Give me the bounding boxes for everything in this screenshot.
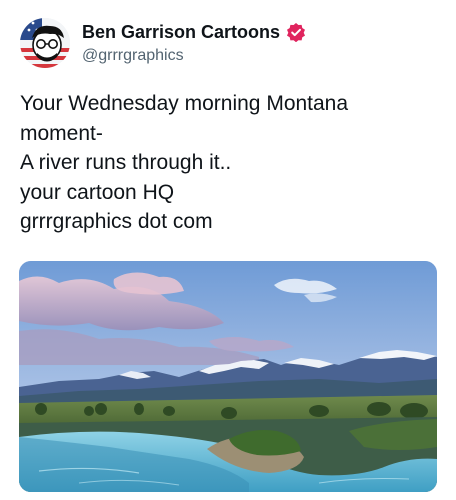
post-text-line: grrrgraphics dot com [20,210,213,233]
post-header: Ben Garrison Cartoons @grrrgraphics [20,17,306,69]
post-text-line: A river runs through it.. [20,151,232,174]
avatar-icon [20,18,70,68]
post: Ben Garrison Cartoons @grrrgraphics Your… [0,0,456,500]
post-text-line: your cartoon HQ [20,180,175,204]
post-media-image[interactable] [19,261,437,492]
name-row: Ben Garrison Cartoons [82,21,306,43]
post-text-line: moment- [20,121,103,145]
display-name[interactable]: Ben Garrison Cartoons [82,21,280,43]
post-text-line: Your Wednesday morning Montana [20,92,349,115]
verified-badge-icon [286,22,306,42]
avatar[interactable] [20,18,70,68]
landscape-photo [19,261,437,492]
author-block: Ben Garrison Cartoons @grrrgraphics [82,21,306,66]
post-text: Your Wednesday morning Montana moment- A… [20,89,440,237]
author-handle[interactable]: @grrrgraphics [82,46,306,66]
